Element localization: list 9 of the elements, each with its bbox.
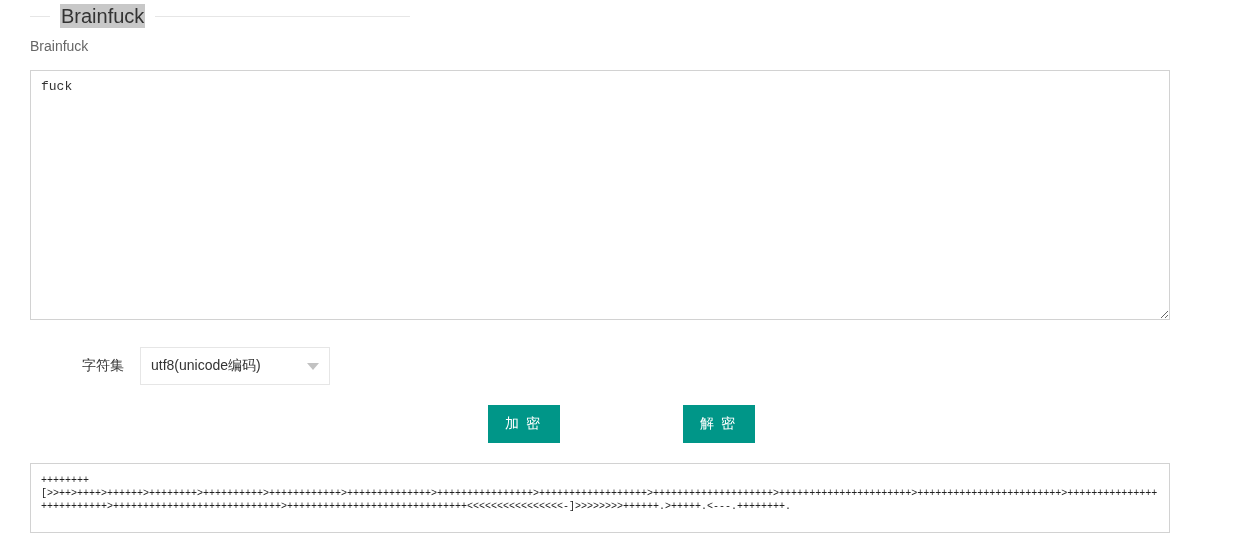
input-field[interactable]: fuck [30, 70, 1170, 320]
charset-dropdown[interactable]: utf8(unicode编码) [140, 347, 330, 385]
field-label: Brainfuck [30, 38, 90, 54]
charset-label: 字符集 [82, 357, 125, 375]
section-title: Brainfuck [60, 4, 146, 28]
output-field[interactable]: ++++++++ [>>++>++++>++++++>++++++++>++++++++++>++++++++++++>++++++++++++++>++++++++++++++++>++++++++++++++++++>++++++++++++++++++++>++++++++++++++++++++++>++++++++++++++++++++++++>++++++++++++++++++++++++++>++++++++++++++++++++++++++++>++++++++++++++++++++++++++++++<<<<<<<<<<<<<<<<-]>>>>>>>>++++++.>+++++.<---.++++++++. [30, 463, 1170, 533]
caret-icon [307, 362, 319, 370]
decrypt-button[interactable]: 解 密 [682, 405, 755, 443]
encrypt-button[interactable]: 加 密 [487, 405, 560, 443]
